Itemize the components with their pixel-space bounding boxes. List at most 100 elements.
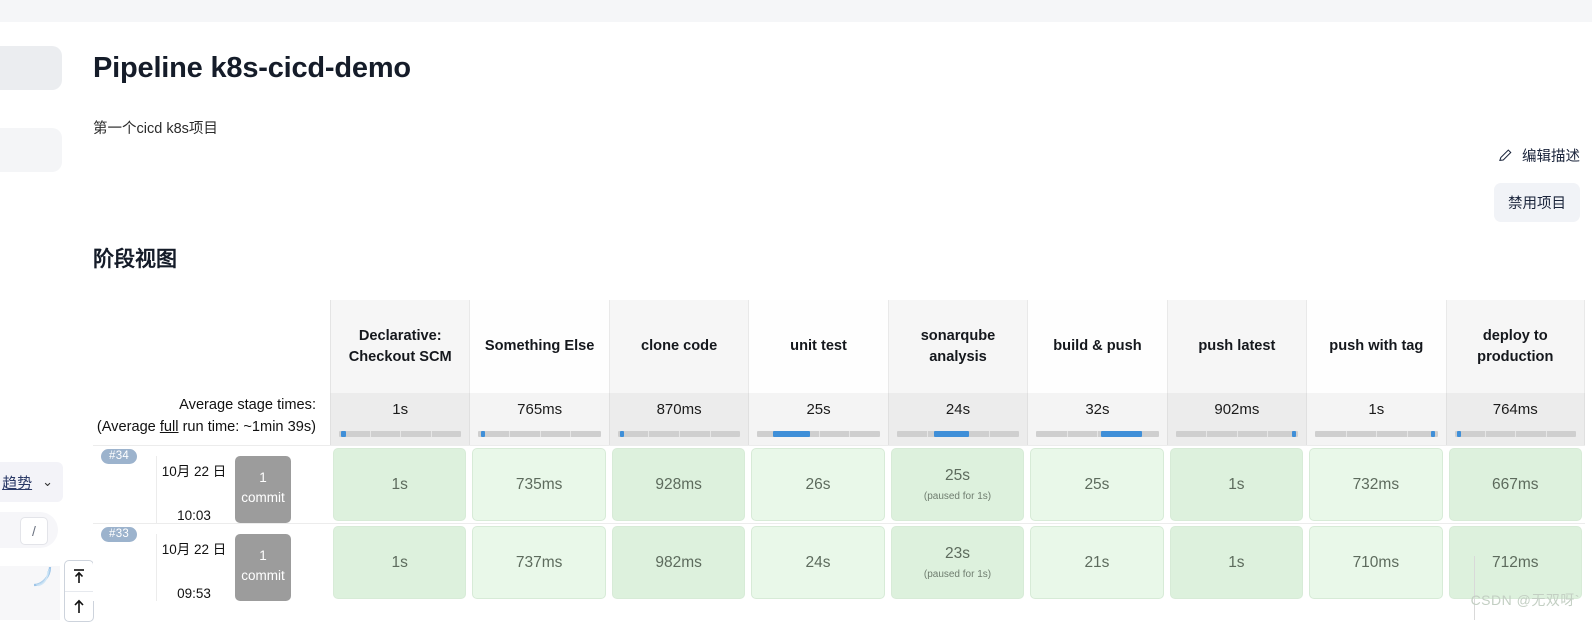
stage-duration: 1s [391,475,408,493]
stage-cell-wrapper: 732ms [1306,445,1446,523]
average-cell-clone-code: 870ms [608,393,749,445]
table-row: #34 10月 22 日 10:03 1 commit 1s 735ms 928ms 26s 25… [93,445,1585,523]
stage-duration: 737ms [515,553,563,571]
stage-sparkline [339,431,462,437]
stage-cell[interactable]: 667ms [1448,448,1582,521]
stage-cell[interactable]: 1s [1169,448,1304,521]
stage-header-clone-code[interactable]: clone code [608,300,749,393]
edit-description-label: 编辑描述 [1522,149,1580,165]
stage-duration: 710ms [1352,553,1400,571]
stage-cell[interactable]: 25s [1030,448,1164,521]
sparkline-tick [1267,431,1269,437]
sparkline-tick [400,431,402,437]
sparkline-segment [933,431,969,437]
stage-cell-wrapper: 1s [1166,445,1307,523]
sidebar-search-shortcut[interactable]: / [0,512,58,548]
sparkline-tick [1545,431,1547,437]
run-build-badge[interactable]: #34 [101,449,138,464]
stage-header-unit-test[interactable]: unit test [748,300,888,393]
stage-duration: 712ms [1492,553,1539,571]
average-value: 1s [1368,401,1385,418]
stage-cell-wrapper: 667ms [1445,445,1585,523]
sidebar-trend-dropdown[interactable]: 趋势 ⌄ [0,462,63,502]
sparkline-tick [539,431,541,437]
stage-cell-wrapper: 710ms [1306,523,1446,601]
sparkline-tick [1484,431,1486,437]
signal-icon [30,563,60,589]
average-value: 32s [1085,401,1110,418]
stage-cell[interactable]: 24s [751,526,885,599]
stage-cell[interactable]: 25s (paused for 1s) [890,448,1025,521]
stage-cell[interactable]: 1s [333,448,467,521]
stage-sparkline [1454,431,1576,437]
average-cell-declarative-checkout-scm: 1s [330,393,470,445]
stage-header-sonarqube-analysis[interactable]: sonarqube analysis [887,300,1028,393]
scroll-up-icon[interactable] [65,590,93,622]
average-value: 765ms [517,401,563,418]
stage-cell[interactable]: 982ms [611,526,746,599]
average-value: 902ms [1214,401,1260,418]
average-cell-deploy-to-production: 764ms [1445,393,1585,445]
sparkline-tick [988,431,990,437]
run-divider [156,534,157,601]
disable-project-button[interactable]: 禁用项目 [1494,183,1580,222]
stage-pause-note: (paused for 1s) [923,569,992,580]
stage-cell-wrapper: 735ms [469,445,609,523]
sparkline-tick [927,431,929,437]
average-cell-build-and-push: 32s [1027,393,1167,445]
stage-cell[interactable]: 737ms [472,526,606,599]
run-commit-box[interactable]: 1 commit [235,456,291,523]
average-label-line2: (Average full run time: ~1min 39s) [96,419,316,436]
stage-cell[interactable]: 1s [333,526,467,599]
stage-header-something-else[interactable]: Something Else [469,300,609,393]
sparkline-tick [818,431,820,437]
run-divider [156,456,157,523]
stage-duration: 25s [1084,475,1110,493]
stage-header-declarative-checkout-scm[interactable]: Declarative: Checkout SCM [330,300,470,393]
browser-top-strip [0,0,1592,22]
edit-description-button[interactable]: 编辑描述 [1498,145,1580,166]
sparkline-tick [1236,431,1238,437]
average-value: 24s [945,401,971,418]
stage-cell[interactable]: 735ms [472,448,606,521]
sparkline-tick [1515,431,1517,437]
stage-cell[interactable]: 23s (paused for 1s) [890,526,1025,599]
run-time: 09:53 [177,586,211,601]
sparkline-segment [620,431,624,437]
average-value: 1s [392,401,409,418]
stage-cell[interactable]: 26s [751,448,885,521]
sparkline-segment [1291,431,1296,437]
stage-cell[interactable]: 732ms [1309,448,1443,521]
sparkline-tick [1376,431,1378,437]
run-commit-box[interactable]: 1 commit [235,534,291,601]
run-date: 10月 22 日 [161,464,227,479]
stage-cell-wrapper: 1s [1166,523,1307,601]
stage-header-deploy-to-production[interactable]: deploy to production [1445,300,1585,393]
run-build-badge[interactable]: #33 [101,527,138,542]
average-cell-sonarqube-analysis: 24s [887,393,1028,445]
stage-duration: 1s [1228,475,1245,493]
stage-view-table: Declarative: Checkout SCM Something Else… [93,300,1585,601]
jump-to-top-icon[interactable] [65,561,93,591]
sparkline-segment [1101,431,1142,437]
pencil-icon [1498,148,1513,163]
sparkline-segment [773,431,810,437]
stage-header-push-latest[interactable]: push latest [1166,300,1307,393]
stage-cell-wrapper: 24s [748,523,888,601]
stage-cell[interactable]: 712ms [1448,526,1582,599]
average-value: 870ms [656,401,702,418]
stage-cell-wrapper: 1s [330,445,470,523]
run-date: 10月 22 日 [161,542,227,557]
stage-cell-wrapper: 23s (paused for 1s) [887,523,1028,601]
stage-cell[interactable]: 928ms [611,448,746,521]
scroll-nav-buttons[interactable] [64,560,94,622]
stage-cell[interactable]: 1s [1169,526,1304,599]
stage-cell[interactable]: 710ms [1309,526,1443,599]
stage-cell[interactable]: 21s [1030,526,1164,599]
stage-cell-wrapper: 25s [1027,445,1167,523]
watermark: CSDN @无双呀` [1470,592,1580,608]
stage-header-build-and-push[interactable]: build & push [1027,300,1167,393]
stage-header-push-with-tag[interactable]: push with tag [1306,300,1446,393]
sparkline-tick [1097,431,1099,437]
stage-duration: 732ms [1352,475,1400,493]
